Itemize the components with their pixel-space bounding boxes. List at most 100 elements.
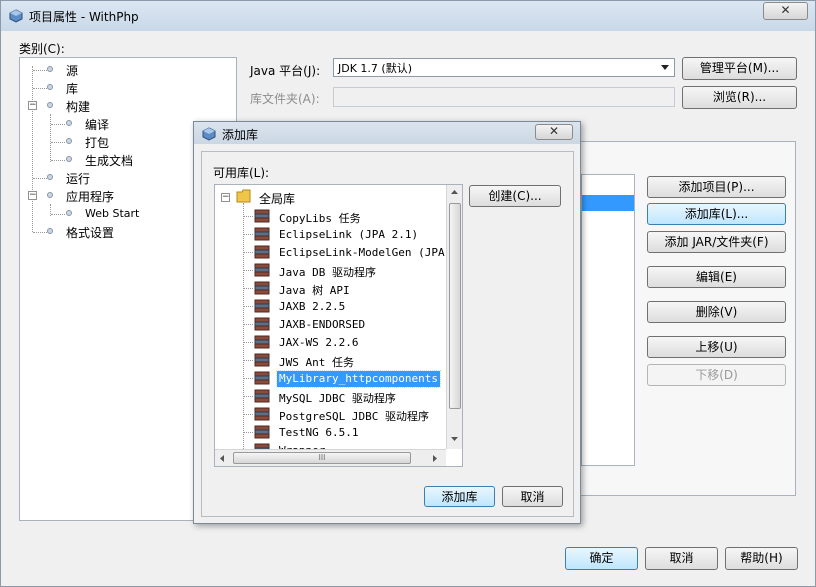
help-button[interactable]: 帮助(H) (725, 547, 798, 570)
library-item-label: JAXB 2.2.5 (279, 300, 346, 313)
library-books-icon (254, 407, 270, 421)
tree-guide (244, 432, 253, 433)
library-item[interactable]: MyLibrary_httpcomponents (244, 370, 444, 388)
cancel-button[interactable]: 取消 (645, 547, 718, 570)
collapse-toggle-icon[interactable]: − (221, 193, 230, 202)
library-books-icon (254, 353, 270, 367)
move-down-button: 下移(D) (647, 364, 786, 386)
close-icon: ✕ (780, 3, 791, 17)
delete-button[interactable]: 删除(V) (647, 301, 786, 323)
category-javadoc[interactable]: 生成文档 (85, 152, 133, 169)
tree-guide (33, 88, 47, 89)
library-item[interactable]: JWS Ant 任务 (244, 352, 444, 369)
category-package[interactable]: 打包 (85, 134, 109, 151)
library-item[interactable]: JAXB 2.2.5 (244, 298, 444, 315)
library-item-label: CopyLibs 任务 (279, 212, 361, 225)
tree-guide (244, 324, 253, 325)
category-libraries[interactable]: 库 (66, 80, 78, 97)
netbeans-cube-icon (9, 9, 23, 23)
java-platform-select[interactable]: JDK 1.7 (默认) (333, 58, 675, 77)
close-button[interactable]: ✕ (763, 2, 808, 20)
library-item[interactable]: JAX-WS 2.2.6 (244, 334, 444, 351)
add-jar-folder-button[interactable]: 添加 JAR/文件夹(F) (647, 231, 786, 253)
tree-guide (244, 252, 253, 253)
library-books-icon (254, 371, 270, 385)
category-formatting[interactable]: 格式设置 (66, 224, 114, 241)
category-build[interactable]: 构建 (66, 98, 90, 115)
edit-button[interactable]: 编辑(E) (647, 266, 786, 288)
java-platform-value: JDK 1.7 (默认) (338, 62, 412, 75)
netbeans-cube-icon (202, 127, 216, 141)
tree-guide (51, 160, 65, 161)
browse-button[interactable]: 浏览(R)... (682, 86, 797, 109)
library-books-icon (254, 227, 270, 241)
categories-label: 类别(C): (19, 42, 65, 56)
library-item-label: MySQL JDBC 驱动程序 (279, 392, 396, 405)
close-icon: ✕ (548, 124, 560, 138)
collapse-toggle-icon[interactable]: − (28, 191, 37, 200)
scroll-grip-icon: lll (318, 453, 326, 462)
dialog-add-library-button[interactable]: 添加库 (424, 486, 495, 507)
dialog-title-bar: 添加库 ✕ (194, 122, 580, 144)
node-bullet-icon (66, 210, 72, 216)
add-project-button[interactable]: 添加项目(P)... (647, 176, 786, 198)
scroll-down-icon[interactable] (451, 437, 458, 442)
tree-guide (244, 234, 253, 235)
node-bullet-icon (47, 192, 53, 198)
category-compile[interactable]: 编译 (85, 116, 109, 133)
library-item-label: PostgreSQL JDBC 驱动程序 (279, 410, 429, 423)
horizontal-scrollbar[interactable]: lll (215, 449, 446, 466)
create-library-button[interactable]: 创建(C)... (469, 185, 561, 207)
library-item[interactable]: TestNG 6.5.1 (244, 424, 444, 441)
library-item-label: JAX-WS 2.2.6 (279, 336, 359, 349)
move-up-button[interactable]: 上移(U) (647, 336, 786, 358)
add-library-button[interactable]: 添加库(L)... (647, 203, 786, 225)
java-platform-label: Java 平台(J): (250, 64, 321, 78)
library-item[interactable]: EclipseLink (JPA 2.1) (244, 226, 444, 243)
library-item[interactable]: PostgreSQL JDBC 驱动程序 (244, 406, 444, 423)
available-libraries-tree[interactable]: − 全局库 CopyLibs 任务 EclipseLink (JPA 2.1) Ec… (214, 184, 463, 467)
library-item[interactable]: MySQL JDBC 驱动程序 (244, 388, 444, 405)
available-libraries-label: 可用库(L): (213, 166, 270, 180)
vertical-scrollbar[interactable] (446, 185, 462, 449)
library-item-label: EclipseLink (JPA 2.1) (279, 228, 419, 241)
category-application[interactable]: 应用程序 (66, 188, 114, 205)
library-item-label: MyLibrary_httpcomponents (276, 370, 441, 388)
scroll-up-icon[interactable] (451, 190, 458, 195)
category-web-start[interactable]: Web Start (85, 207, 139, 220)
tree-guide (244, 414, 253, 415)
ok-button[interactable]: 确定 (565, 547, 638, 570)
tree-guide (244, 378, 253, 379)
dialog-close-button[interactable]: ✕ (535, 124, 573, 140)
horizontal-scroll-thumb[interactable]: lll (233, 452, 411, 464)
category-source[interactable]: 源 (66, 62, 78, 79)
collapse-toggle-icon[interactable]: − (28, 101, 37, 110)
library-item[interactable]: JAXB-ENDORSED (244, 316, 444, 333)
node-bullet-icon (47, 102, 53, 108)
node-bullet-icon (66, 120, 72, 126)
dialog-cancel-button[interactable]: 取消 (502, 486, 563, 507)
global-libraries-node[interactable]: 全局库 (259, 190, 295, 207)
library-item-label: EclipseLink-ModelGen (JPA 2. (279, 246, 463, 259)
library-books-icon (254, 209, 270, 223)
scroll-left-icon[interactable] (220, 455, 225, 462)
classpath-selected-row[interactable] (582, 195, 634, 211)
tree-guide (33, 70, 47, 71)
vertical-scroll-thumb[interactable] (449, 203, 461, 409)
library-books-icon (254, 281, 270, 295)
tree-guide (244, 216, 253, 217)
tree-guide (51, 142, 65, 143)
category-run[interactable]: 运行 (66, 170, 90, 187)
manage-platforms-button[interactable]: 管理平台(M)... (682, 57, 797, 80)
library-item[interactable]: CopyLibs 任务 (244, 208, 444, 225)
library-item[interactable]: EclipseLink-ModelGen (JPA 2. (244, 244, 462, 261)
tree-guide (244, 396, 253, 397)
chevron-down-icon (661, 65, 669, 70)
title-bar: 项目属性 - WithPhp ✕ (1, 1, 815, 31)
library-item[interactable]: Java 树 API (244, 280, 444, 297)
library-item[interactable]: Java DB 驱动程序 (244, 262, 444, 279)
classpath-list[interactable] (581, 174, 635, 466)
add-library-dialog: 添加库 ✕ 可用库(L): 创建(C)... − 全局库 CopyLibs 任务… (193, 121, 581, 524)
scroll-right-icon[interactable] (433, 455, 438, 462)
folder-icon (236, 189, 251, 203)
